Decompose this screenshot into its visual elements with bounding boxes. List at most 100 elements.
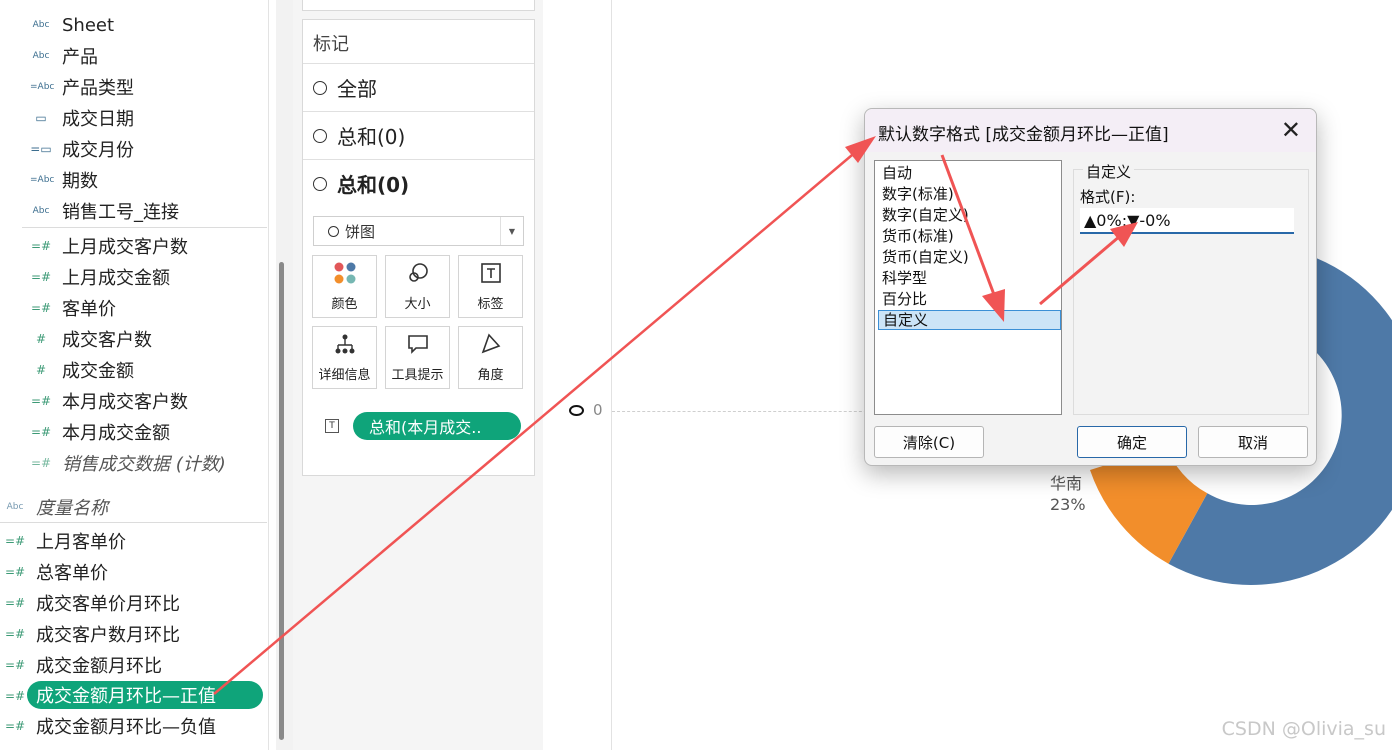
watermark: CSDN @Olivia_su xyxy=(1221,718,1386,740)
marks-tab-sum-2[interactable]: 总和(0) xyxy=(303,159,534,207)
pie-icon xyxy=(328,225,339,237)
field-this-month-amount[interactable]: =# 本月成交金额 xyxy=(30,418,170,446)
tooltip-button[interactable]: 工具提示 xyxy=(385,326,450,389)
field-customers-mom[interactable]: =# 成交客户数月环比 xyxy=(4,620,180,648)
field-sheet[interactable]: Abc Sheet xyxy=(30,11,114,39)
size-button[interactable]: 大小 xyxy=(385,255,450,318)
calendar-calc-icon: =▭ xyxy=(30,142,52,156)
slice-label-name: 华南 xyxy=(1050,474,1083,493)
color-icon xyxy=(333,259,357,287)
marks-title: 标记 xyxy=(313,34,349,55)
format-option[interactable]: 自动 xyxy=(878,163,1061,183)
field-last-month-unit-price[interactable]: =# 上月客单价 xyxy=(4,527,126,555)
calendar-icon: ▭ xyxy=(35,111,47,125)
axis-zero-label: 0 xyxy=(593,401,603,419)
measure-pill[interactable]: 总和(本月成交.. xyxy=(353,412,521,440)
field-product-type[interactable]: =Abc 产品类型 xyxy=(30,73,134,101)
field-record-count[interactable]: =# 销售成交数据 (计数) xyxy=(30,449,226,477)
angle-button[interactable]: 角度 xyxy=(458,326,523,389)
field-deal-date[interactable]: ▭ 成交日期 xyxy=(30,104,134,132)
ok-button[interactable]: 确定 xyxy=(1077,426,1187,458)
calc-number-icon: =# xyxy=(4,719,26,733)
marks-card: 标记 全部 总和(0) 总和(0) 饼图 ▼ 颜色 大小 标签 详细信息 工具提… xyxy=(302,19,535,476)
zero-line xyxy=(612,411,882,412)
calc-number-icon: =# xyxy=(30,239,52,253)
data-pane: Abc Sheet Abc 产品 =Abc 产品类型 ▭ 成交日期 =▭ 成交月… xyxy=(0,0,269,750)
calc-number-icon: =# xyxy=(4,565,26,579)
color-button[interactable]: 颜色 xyxy=(312,255,377,318)
cancel-button[interactable]: 取消 xyxy=(1198,426,1308,458)
format-option[interactable]: 数字(自定义) xyxy=(878,205,1061,225)
format-option[interactable]: 货币(自定义) xyxy=(878,247,1061,267)
calc-number-icon: =# xyxy=(30,425,52,439)
mark-type-select[interactable]: 饼图 ▼ xyxy=(313,216,524,246)
angle-icon xyxy=(479,330,503,358)
calc-string-icon: =Abc xyxy=(30,82,55,92)
calc-number-icon: =# xyxy=(30,301,52,315)
marks-tab-sum-1[interactable]: 总和(0) xyxy=(303,111,534,159)
string-icon: Abc xyxy=(32,206,50,216)
field-customers[interactable]: # 成交客户数 xyxy=(30,325,152,353)
slice-label-percent: 23% xyxy=(1050,495,1086,514)
label-icon: T xyxy=(325,419,339,433)
zero-mark[interactable] xyxy=(569,405,584,416)
label-pill-row: T 总和(本月成交.. xyxy=(325,412,521,440)
tooltip-icon xyxy=(406,330,430,358)
string-icon: Abc xyxy=(6,502,24,512)
field-sales-id[interactable]: Abc 销售工号_连接 xyxy=(30,197,179,225)
scrollbar-thumb[interactable] xyxy=(279,262,284,740)
number-icon: # xyxy=(35,332,47,346)
calc-number-icon: =# xyxy=(4,689,26,703)
field-period[interactable]: =Abc 期数 xyxy=(30,166,98,194)
pane-divider xyxy=(611,0,612,750)
dialog-title: 默认数字格式 [成交金额月环比—正值] xyxy=(878,125,1169,145)
format-label: 格式(F): xyxy=(1080,188,1136,206)
detail-button[interactable]: 详细信息 xyxy=(312,326,377,389)
detail-icon xyxy=(333,330,357,358)
format-list[interactable]: 自动 数字(标准) 数字(自定义) 货币(标准) 货币(自定义) 科学型 百分比… xyxy=(874,160,1062,415)
field-total-unit-price[interactable]: =# 总客单价 xyxy=(4,558,108,586)
field-unit-price[interactable]: =# 客单价 xyxy=(30,294,116,322)
filters-card xyxy=(302,0,535,11)
pie-icon xyxy=(313,128,327,143)
pie-icon xyxy=(313,176,327,191)
pie-icon xyxy=(313,80,327,95)
calc-number-icon: =# xyxy=(4,534,26,548)
calc-number-icon: =# xyxy=(4,596,26,610)
label-button[interactable]: 标签 xyxy=(458,255,523,318)
field-last-month-amount[interactable]: =# 上月成交金额 xyxy=(30,263,170,291)
size-icon xyxy=(406,259,430,287)
field-amount-mom-positive[interactable]: 成交金额月环比—正值 xyxy=(27,681,263,709)
calc-string-icon: =Abc xyxy=(30,175,55,185)
calc-number-icon: =# xyxy=(4,658,26,672)
marks-tab-all[interactable]: 全部 xyxy=(303,63,534,111)
clear-button[interactable]: 清除(C) xyxy=(874,426,984,458)
field-this-month-customers[interactable]: =# 本月成交客户数 xyxy=(30,387,188,415)
divider xyxy=(0,522,267,523)
field-amount-mom[interactable]: =# 成交金额月环比 xyxy=(4,651,162,679)
divider xyxy=(22,227,267,228)
calc-number-icon: =# xyxy=(30,270,52,284)
label-icon xyxy=(480,259,502,287)
chevron-down-icon: ▼ xyxy=(500,217,523,245)
field-product[interactable]: Abc 产品 xyxy=(30,42,98,70)
number-icon: # xyxy=(35,363,47,377)
format-option[interactable]: 科学型 xyxy=(878,268,1061,288)
field-deal-month[interactable]: =▭ 成交月份 xyxy=(30,135,134,163)
field-last-month-customers[interactable]: =# 上月成交客户数 xyxy=(30,232,188,260)
field-amount-mom-negative[interactable]: =# 成交金额月环比—负值 xyxy=(4,712,216,740)
field-measure-names[interactable]: Abc 度量名称 xyxy=(4,493,108,521)
format-option-selected[interactable]: 自定义 xyxy=(878,310,1061,330)
calc-number-icon: =# xyxy=(30,456,52,470)
custom-group-label: 自定义 xyxy=(1083,161,1135,182)
field-amount[interactable]: # 成交金额 xyxy=(30,356,134,384)
calc-number-icon: =# xyxy=(4,627,26,641)
string-icon: Abc xyxy=(32,51,50,61)
format-option[interactable]: 百分比 xyxy=(878,289,1061,309)
field-unit-price-mom[interactable]: =# 成交客单价月环比 xyxy=(4,589,180,617)
format-option[interactable]: 数字(标准) xyxy=(878,184,1061,204)
close-icon[interactable]: ✕ xyxy=(1281,116,1301,144)
format-input[interactable]: ▲0%;▼-0% xyxy=(1080,208,1294,234)
string-icon: Abc xyxy=(32,20,50,30)
format-option[interactable]: 货币(标准) xyxy=(878,226,1061,246)
